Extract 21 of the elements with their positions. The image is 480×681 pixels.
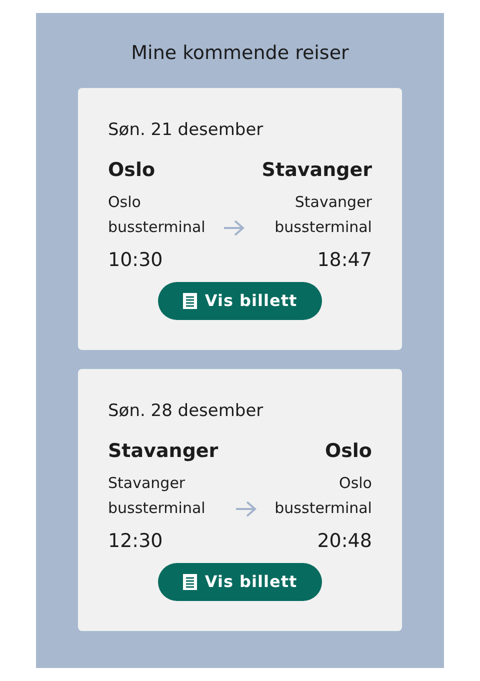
show-ticket-button[interactable]: Vis billett — [158, 282, 322, 320]
trip-date: Søn. 28 desember — [108, 400, 264, 422]
city-name: Stavanger — [108, 440, 218, 463]
station-name: Stavanger bussterminal — [274, 192, 372, 238]
departure-time: 12:30 — [108, 528, 164, 554]
arrow-icon — [222, 218, 246, 237]
station-name: Oslo bussterminal — [108, 192, 206, 238]
trip-date: Søn. 21 desember — [108, 118, 264, 142]
city-name: Oslo — [108, 159, 156, 182]
station-name: Stavanger bussterminal — [108, 472, 206, 519]
page-title: Mine kommende reiser — [130, 41, 350, 66]
ticket-icon — [182, 574, 197, 590]
station-name: Oslo bussterminal — [274, 472, 372, 519]
show-ticket-button[interactable]: Vis billett — [158, 563, 322, 602]
departure-time: 10:30 — [108, 248, 164, 273]
ticket-icon — [182, 293, 197, 310]
arrow-icon — [234, 500, 258, 518]
departure-time: 18:47 — [316, 248, 372, 273]
city-name: Oslo — [324, 440, 372, 463]
city-name: Stavanger — [262, 159, 372, 182]
departure-time: 20:48 — [316, 528, 372, 554]
